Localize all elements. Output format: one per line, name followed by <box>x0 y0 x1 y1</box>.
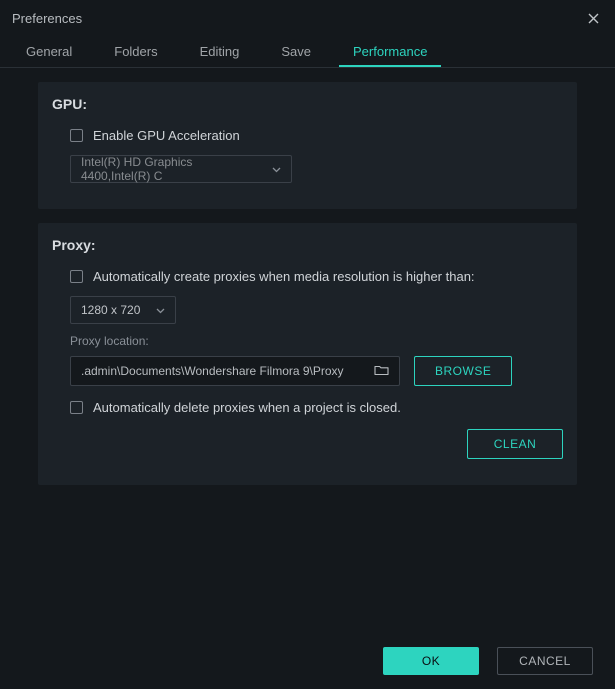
clean-button[interactable]: CLEAN <box>467 429 563 459</box>
gpu-section: GPU: Enable GPU Acceleration Intel(R) HD… <box>38 82 577 209</box>
browse-button[interactable]: BROWSE <box>414 356 512 386</box>
ok-button[interactable]: OK <box>383 647 479 675</box>
proxy-section: Proxy: Automatically create proxies when… <box>38 223 577 485</box>
proxy-resolution-select[interactable]: 1280 x 720 <box>70 296 176 324</box>
folder-icon <box>374 364 389 379</box>
proxy-auto-create-label: Automatically create proxies when media … <box>93 269 475 284</box>
proxy-auto-delete-checkbox[interactable] <box>70 401 83 414</box>
proxy-auto-create-row: Automatically create proxies when media … <box>52 269 563 284</box>
proxy-path-input[interactable]: .admin\Documents\Wondershare Filmora 9\P… <box>70 356 400 386</box>
proxy-title: Proxy: <box>52 237 563 253</box>
proxy-auto-delete-label: Automatically delete proxies when a proj… <box>93 400 401 415</box>
tab-save[interactable]: Save <box>267 36 325 67</box>
tab-folders[interactable]: Folders <box>100 36 171 67</box>
gpu-enable-label: Enable GPU Acceleration <box>93 128 240 143</box>
proxy-path-value: .admin\Documents\Wondershare Filmora 9\P… <box>81 364 344 378</box>
chevron-down-icon <box>272 162 281 176</box>
gpu-device-select[interactable]: Intel(R) HD Graphics 4400,Intel(R) C <box>70 155 292 183</box>
gpu-enable-checkbox[interactable] <box>70 129 83 142</box>
proxy-auto-create-checkbox[interactable] <box>70 270 83 283</box>
gpu-title: GPU: <box>52 96 563 112</box>
proxy-auto-delete-row: Automatically delete proxies when a proj… <box>52 400 563 415</box>
gpu-enable-row: Enable GPU Acceleration <box>52 128 563 143</box>
tab-performance[interactable]: Performance <box>339 36 441 67</box>
footer: OK CANCEL <box>383 647 593 675</box>
content-area: GPU: Enable GPU Acceleration Intel(R) HD… <box>0 68 615 513</box>
close-icon[interactable] <box>583 8 603 28</box>
gpu-device-value: Intel(R) HD Graphics 4400,Intel(R) C <box>81 155 264 183</box>
window-title: Preferences <box>12 11 82 26</box>
tabbar: General Folders Editing Save Performance <box>0 36 615 68</box>
chevron-down-icon <box>156 303 165 317</box>
titlebar: Preferences <box>0 0 615 36</box>
clean-row: CLEAN <box>52 429 563 459</box>
tab-editing[interactable]: Editing <box>186 36 254 67</box>
proxy-location-label: Proxy location: <box>70 334 563 348</box>
proxy-resolution-value: 1280 x 720 <box>81 303 140 317</box>
proxy-path-row: .admin\Documents\Wondershare Filmora 9\P… <box>70 356 563 386</box>
cancel-button[interactable]: CANCEL <box>497 647 593 675</box>
tab-general[interactable]: General <box>12 36 86 67</box>
